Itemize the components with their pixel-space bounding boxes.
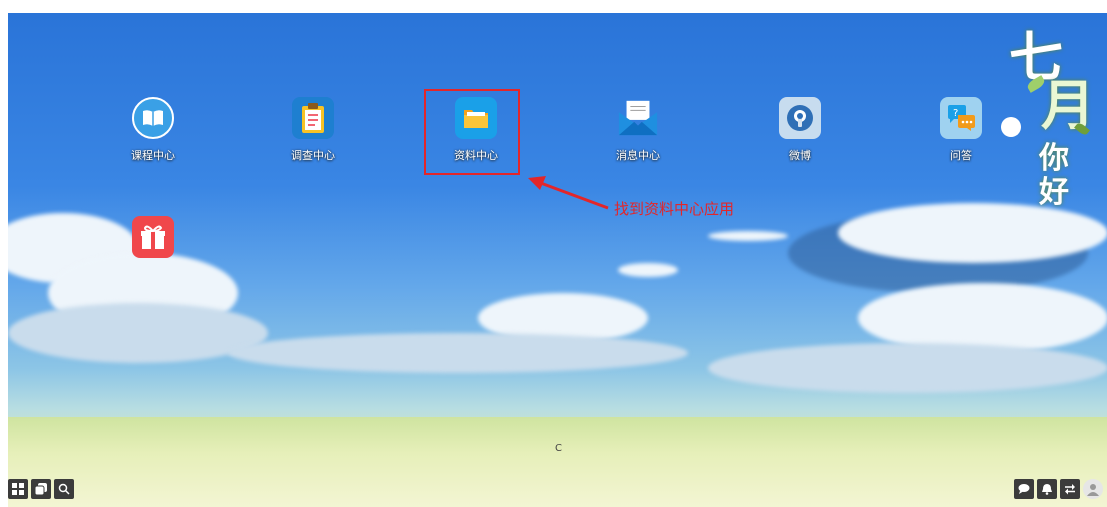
user-avatar-icon[interactable]: [1083, 479, 1103, 499]
annotation-arrow: [528, 176, 609, 210]
cloud: [708, 231, 788, 241]
app-label: 问答: [950, 149, 972, 162]
gift-icon: [132, 216, 174, 258]
taskbar-right: [1014, 479, 1103, 499]
app-label: 调查中心: [291, 149, 335, 162]
annotation-text: 找到资料中心应用: [614, 200, 735, 218]
app-qa[interactable]: ? 问答: [921, 97, 1001, 163]
search-icon[interactable]: [54, 479, 74, 499]
taskbar-left: [8, 479, 74, 499]
highlight-box: [424, 89, 520, 175]
deco-char: 好: [1039, 175, 1069, 210]
svg-text:?: ?: [953, 108, 958, 119]
apps-grid-icon[interactable]: [8, 479, 28, 499]
mail-icon: [617, 97, 659, 139]
cloud: [618, 263, 678, 277]
microphone-icon: [779, 97, 821, 139]
app-label: 课程中心: [131, 149, 175, 162]
app-survey-center[interactable]: 调查中心: [273, 97, 353, 163]
app-weibo[interactable]: 微博: [760, 97, 840, 163]
clipboard-icon: [292, 97, 334, 139]
switch-icon[interactable]: [1060, 479, 1080, 499]
app-course-center[interactable]: 课程中心: [113, 97, 193, 163]
cloud: [228, 333, 688, 373]
bell-icon[interactable]: [1037, 479, 1057, 499]
moon-circle: [1001, 117, 1021, 137]
grass-field: [8, 417, 1107, 507]
book-icon: [132, 97, 174, 139]
windows-icon[interactable]: [31, 479, 51, 499]
july-hello-decoration: 七 月 你 好: [991, 15, 1101, 215]
app-label: 消息中心: [616, 149, 660, 162]
screen: 课程中心 调查中心 资料中心 消息中心 微博 ? 问答 找到资料中心应用 七 月…: [0, 0, 1107, 507]
app-gift[interactable]: [113, 216, 193, 266]
app-label: 微博: [789, 149, 811, 162]
chat-icon[interactable]: [1014, 479, 1034, 499]
cloud: [708, 343, 1107, 393]
cursor-mark: C: [555, 443, 562, 454]
app-message-center[interactable]: 消息中心: [598, 97, 678, 163]
question-chat-icon: ?: [940, 97, 982, 139]
